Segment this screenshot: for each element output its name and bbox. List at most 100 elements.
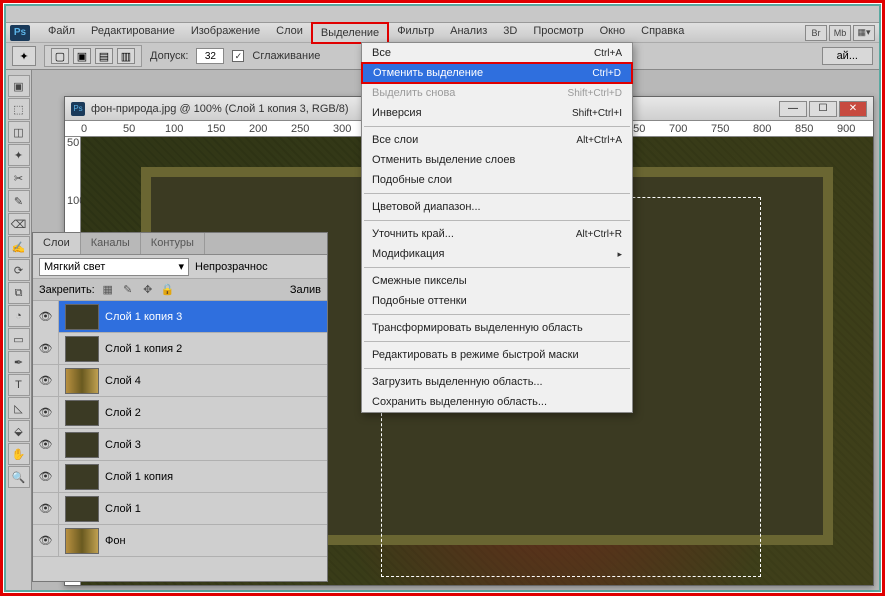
tool-6[interactable]: ⌫ (8, 213, 30, 235)
layer-thumbnail[interactable] (65, 400, 99, 426)
layer-thumbnail[interactable] (65, 304, 99, 330)
layer-name[interactable]: Слой 3 (105, 439, 327, 451)
maximize-button[interactable]: ☐ (809, 101, 837, 117)
tool-12[interactable]: ✒ (8, 351, 30, 373)
menu-окно[interactable]: Окно (592, 22, 634, 44)
layer-thumbnail[interactable] (65, 464, 99, 490)
sel-new-icon[interactable]: ▢ (51, 48, 69, 64)
menu-редактирование[interactable]: Редактирование (83, 22, 183, 44)
menu-выделение[interactable]: Выделение (311, 22, 389, 44)
visibility-toggle[interactable]: 👁 (33, 301, 59, 333)
layer-thumbnail[interactable] (65, 336, 99, 362)
tool-16[interactable]: ✋ (8, 443, 30, 465)
menu-item[interactable]: ИнверсияShift+Ctrl+I (362, 103, 632, 123)
layer-thumbnail[interactable] (65, 432, 99, 458)
menu-item[interactable]: Отменить выделениеCtrl+D (361, 62, 633, 84)
menu-item[interactable]: Подобные слои (362, 170, 632, 190)
menu-item[interactable]: Редактировать в режиме быстрой маски (362, 345, 632, 365)
tool-14[interactable]: ◺ (8, 397, 30, 419)
menu-фильтр[interactable]: Фильтр (389, 22, 442, 44)
menu-item[interactable]: Все слоиAlt+Ctrl+A (362, 130, 632, 150)
menu-item[interactable]: Цветовой диапазон... (362, 197, 632, 217)
antialias-checkbox[interactable]: ✓ (232, 50, 244, 62)
tool-10[interactable]: ◔ (8, 305, 30, 327)
menu-item[interactable]: Трансформировать выделенную область (362, 318, 632, 338)
tool-4[interactable]: ✂ (8, 167, 30, 189)
menu-просмотр[interactable]: Просмотр (525, 22, 591, 44)
layer-name[interactable]: Слой 1 копия (105, 471, 327, 483)
ruler-tick: 0 (81, 123, 87, 135)
menu-item[interactable]: Смежные пикселы (362, 271, 632, 291)
menu-3d[interactable]: 3D (495, 22, 525, 44)
layer-name[interactable]: Слой 1 копия 3 (105, 311, 327, 323)
menu-изображение[interactable]: Изображение (183, 22, 268, 44)
sel-add-icon[interactable]: ▣ (73, 48, 91, 64)
menu-файл[interactable]: Файл (40, 22, 83, 44)
lock-position-icon[interactable]: ✥ (141, 283, 155, 297)
tool-8[interactable]: ⟳ (8, 259, 30, 281)
menu-item[interactable]: Уточнить край...Alt+Ctrl+R (362, 224, 632, 244)
layer-name[interactable]: Слой 2 (105, 407, 327, 419)
tolerance-input[interactable] (196, 48, 224, 64)
tool-15[interactable]: ⬙ (8, 420, 30, 442)
menu-справка[interactable]: Справка (633, 22, 692, 44)
layer-thumbnail[interactable] (65, 528, 99, 554)
menu-слои[interactable]: Слои (268, 22, 311, 44)
visibility-toggle[interactable]: 👁 (33, 397, 59, 429)
sel-int-icon[interactable]: ▥ (117, 48, 135, 64)
tab-layers[interactable]: Слои (33, 233, 81, 254)
layer-name[interactable]: Фон (105, 535, 327, 547)
tool-9[interactable]: ⧉ (8, 282, 30, 304)
layer-row[interactable]: 👁 Слой 1 копия 3 (33, 301, 327, 333)
layer-name[interactable]: Слой 1 (105, 503, 327, 515)
close-button[interactable]: ✕ (839, 101, 867, 117)
menu-item[interactable]: ВсеCtrl+A (362, 43, 632, 63)
layer-row[interactable]: 👁 Слой 1 копия (33, 461, 327, 493)
layer-thumbnail[interactable] (65, 368, 99, 394)
menu-item[interactable]: Подобные оттенки (362, 291, 632, 311)
lock-transparent-icon[interactable]: ▦ (101, 283, 115, 297)
screen-mode-icon[interactable]: ▦▾ (853, 25, 875, 41)
sel-sub-icon[interactable]: ▤ (95, 48, 113, 64)
layer-thumbnail[interactable] (65, 496, 99, 522)
layer-row[interactable]: 👁 Слой 2 (33, 397, 327, 429)
layer-row[interactable]: 👁 Фон (33, 525, 327, 557)
tool-17[interactable]: 🔍 (8, 466, 30, 488)
layer-row[interactable]: 👁 Слой 3 (33, 429, 327, 461)
minimize-button[interactable]: — (779, 101, 807, 117)
layer-name[interactable]: Слой 1 копия 2 (105, 343, 327, 355)
refine-edge-button[interactable]: ай... (822, 47, 873, 65)
visibility-toggle[interactable]: 👁 (33, 493, 59, 525)
bridge-icon[interactable]: Br (805, 25, 827, 41)
tab-paths[interactable]: Контуры (141, 233, 205, 254)
lock-pixels-icon[interactable]: ✎ (121, 283, 135, 297)
magic-wand-icon[interactable]: ✦ (12, 46, 36, 66)
tool-0[interactable]: ▣ (8, 75, 30, 97)
menu-item[interactable]: Загрузить выделенную область... (362, 372, 632, 392)
lock-all-icon[interactable]: 🔒 (161, 283, 175, 297)
visibility-toggle[interactable]: 👁 (33, 525, 59, 557)
layer-name[interactable]: Слой 4 (105, 375, 327, 387)
tool-1[interactable]: ⬚ (8, 98, 30, 120)
visibility-toggle[interactable]: 👁 (33, 365, 59, 397)
menu-анализ[interactable]: Анализ (442, 22, 495, 44)
visibility-toggle[interactable]: 👁 (33, 333, 59, 365)
tool-11[interactable]: ▭ (8, 328, 30, 350)
tab-channels[interactable]: Каналы (81, 233, 141, 254)
tool-13[interactable]: T (8, 374, 30, 396)
menu-item[interactable]: Отменить выделение слоев (362, 150, 632, 170)
layer-row[interactable]: 👁 Слой 1 копия 2 (33, 333, 327, 365)
blend-mode-select[interactable]: Мягкий свет▾ (39, 258, 189, 276)
tool-2[interactable]: ◫ (8, 121, 30, 143)
layer-row[interactable]: 👁 Слой 1 (33, 493, 327, 525)
menu-item[interactable]: Модификация (362, 244, 632, 264)
tool-5[interactable]: ✎ (8, 190, 30, 212)
menu-separator (364, 126, 630, 127)
mb-icon[interactable]: Mb (829, 25, 851, 41)
tool-7[interactable]: ✍ (8, 236, 30, 258)
visibility-toggle[interactable]: 👁 (33, 429, 59, 461)
visibility-toggle[interactable]: 👁 (33, 461, 59, 493)
menu-item[interactable]: Сохранить выделенную область... (362, 392, 632, 412)
tool-3[interactable]: ✦ (8, 144, 30, 166)
layer-row[interactable]: 👁 Слой 4 (33, 365, 327, 397)
